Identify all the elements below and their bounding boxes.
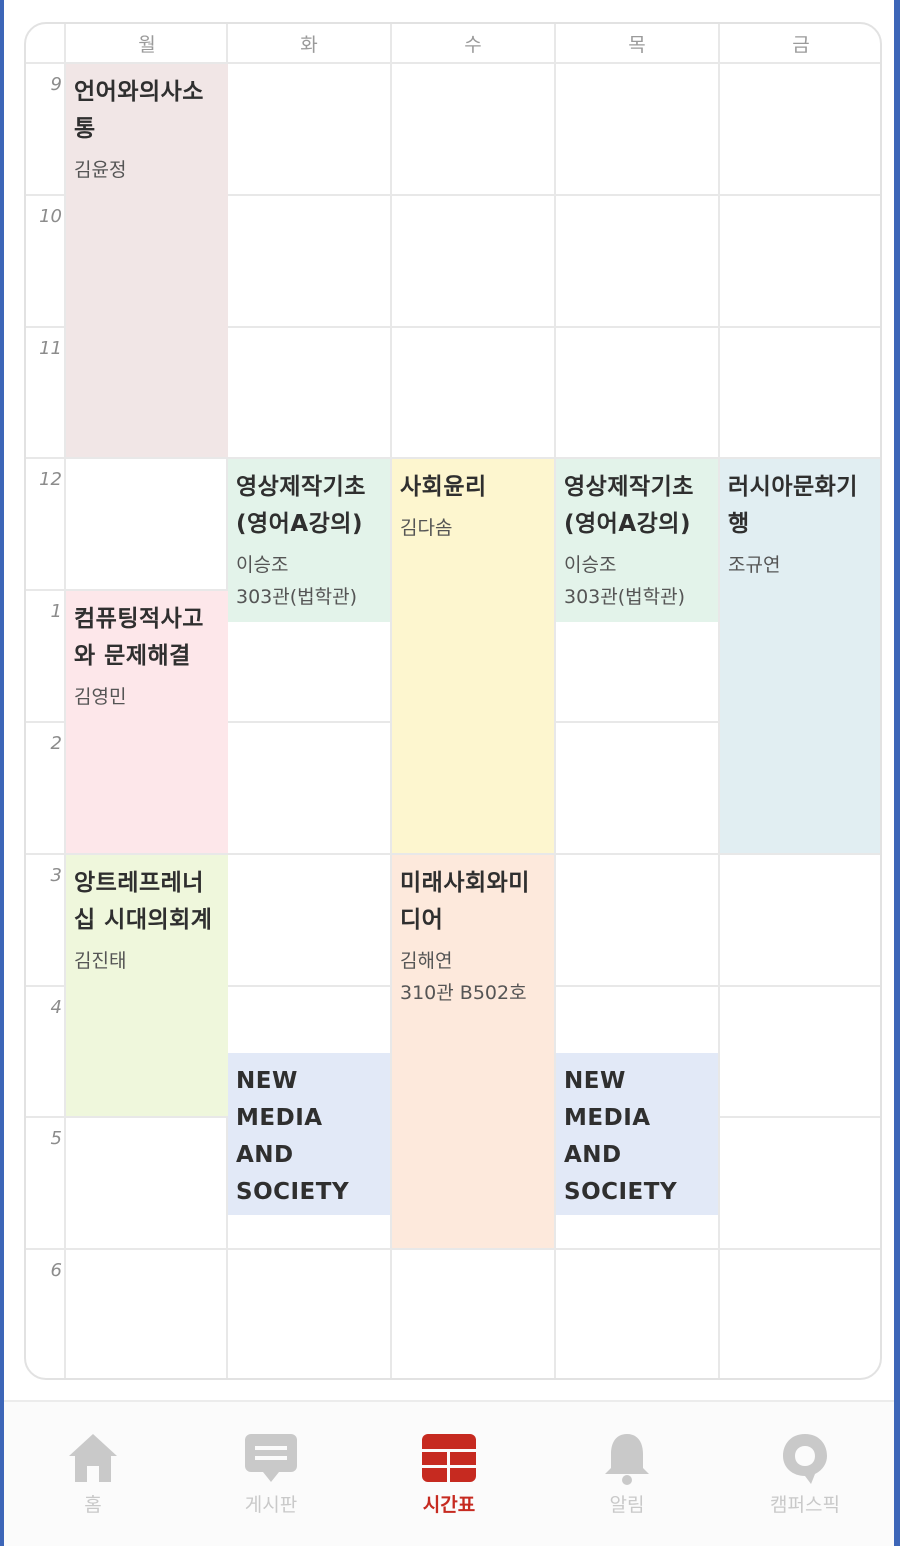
course-name: 사회윤리 <box>400 474 487 501</box>
course-block[interactable]: NEW MEDIA AND SOCIETY강연곤 <box>228 1052 390 1216</box>
course-name: 앙트레프레너십 시대의회계 <box>74 869 213 933</box>
day-header: 화 <box>300 34 318 56</box>
hour-label: 6 <box>50 1260 62 1282</box>
day-header: 금 <box>792 34 810 56</box>
course-professor: 이승조 <box>564 554 617 577</box>
hour-label: 11 <box>39 337 62 359</box>
course-name: NEW MEDIA AND SOCIETY <box>564 1067 678 1205</box>
tab-board[interactable]: 게시판 <box>182 1420 360 1530</box>
course-professor: 김진태 <box>74 949 127 972</box>
tab-label: 홈 <box>84 1494 102 1516</box>
course-block[interactable]: 영상제작기초 (영어A강의) 이승조 303관(법학관) <box>556 459 718 623</box>
home-icon <box>69 1434 117 1482</box>
course-block[interactable]: 앙트레프레너십 시대의회계김진태 <box>66 854 228 1117</box>
tab-campuspick[interactable]: 캠퍼스픽 <box>716 1420 894 1530</box>
tab-label: 시간표 <box>422 1494 476 1516</box>
course-name: 영상제작기초 (영어A강의) <box>564 474 694 538</box>
course-block[interactable]: 사회윤리김다솜 <box>392 459 554 853</box>
course-block[interactable]: 러시아문화기행조규연 <box>720 459 880 853</box>
course-room: 303관(법학관) <box>564 586 686 609</box>
timetable-icon <box>422 1434 476 1482</box>
course-professor: 김영민 <box>74 686 127 709</box>
campuspick-icon <box>783 1434 827 1484</box>
bottom-tab-bar: 홈 게시판 시간표 알림 캠퍼스픽 <box>4 1400 894 1546</box>
course-professor: 김윤정 <box>74 159 127 181</box>
hour-divider <box>26 1248 880 1251</box>
tab-label: 게시판 <box>244 1494 298 1516</box>
day-header: 월 <box>138 34 156 56</box>
course-name: 영상제작기초 (영어A강의) <box>236 474 366 538</box>
course-block[interactable]: 미래사회와미디어김해연 310관 B502호 <box>392 854 554 1249</box>
day-header: 목 <box>628 34 646 56</box>
day-header: 수 <box>464 34 482 56</box>
course-name: 러시아문화기행 <box>728 474 858 538</box>
course-name: 미래사회와미디어 <box>400 869 530 933</box>
tab-label: 캠퍼스픽 <box>770 1494 840 1516</box>
course-name: NEW MEDIA AND SOCIETY <box>236 1067 350 1205</box>
course-name: 컴퓨팅적사고와 문제해결 <box>74 606 204 670</box>
timetable-grid: 월 화 수 목 금 9 10 11 12 1 2 3 4 5 6 언어와의사소통 김윤정 컴퓨팅적사고와 문제해결… <box>24 22 882 1380</box>
hour-label: 12 <box>39 469 62 491</box>
course-room: 310관 B502호 <box>400 981 527 1004</box>
bell-icon <box>605 1434 649 1485</box>
hour-label: 1 <box>50 601 62 623</box>
tab-label: 알림 <box>609 1494 645 1516</box>
course-block[interactable]: 영상제작기초 (영어A강의) 이승조 303관(법학관) <box>228 459 390 623</box>
app-screen: 월 화 수 목 금 9 10 11 12 1 2 3 4 5 6 언어와의사소통 김윤정 컴퓨팅적사고와 문제해결… <box>4 0 894 1546</box>
tab-timetable[interactable]: 시간표 <box>360 1420 538 1530</box>
course-professor: 김해연 <box>400 949 453 972</box>
course-block[interactable]: 컴퓨팅적사고와 문제해결김영민 <box>66 591 228 853</box>
hour-label: 5 <box>50 1128 62 1150</box>
hour-label: 2 <box>50 733 62 754</box>
hour-label: 9 <box>50 74 62 95</box>
tab-home[interactable]: 홈 <box>4 1420 182 1530</box>
tab-notifications[interactable]: 알림 <box>538 1420 716 1530</box>
hour-label: 4 <box>50 996 62 1018</box>
hour-label: 10 <box>39 205 62 227</box>
course-name: 언어와의사소통 <box>74 79 204 142</box>
course-professor: 조규연 <box>728 554 781 577</box>
course-professor: 김다솜 <box>400 517 453 540</box>
hour-label: 3 <box>50 864 62 886</box>
board-icon <box>245 1434 297 1482</box>
course-block[interactable]: NEW MEDIA AND SOCIETY강연곤 <box>556 1052 718 1216</box>
course-block[interactable]: 언어와의사소통김윤정 <box>66 64 228 458</box>
course-professor: 이승조 <box>236 554 289 577</box>
course-room: 303관(법학관) <box>236 586 358 609</box>
